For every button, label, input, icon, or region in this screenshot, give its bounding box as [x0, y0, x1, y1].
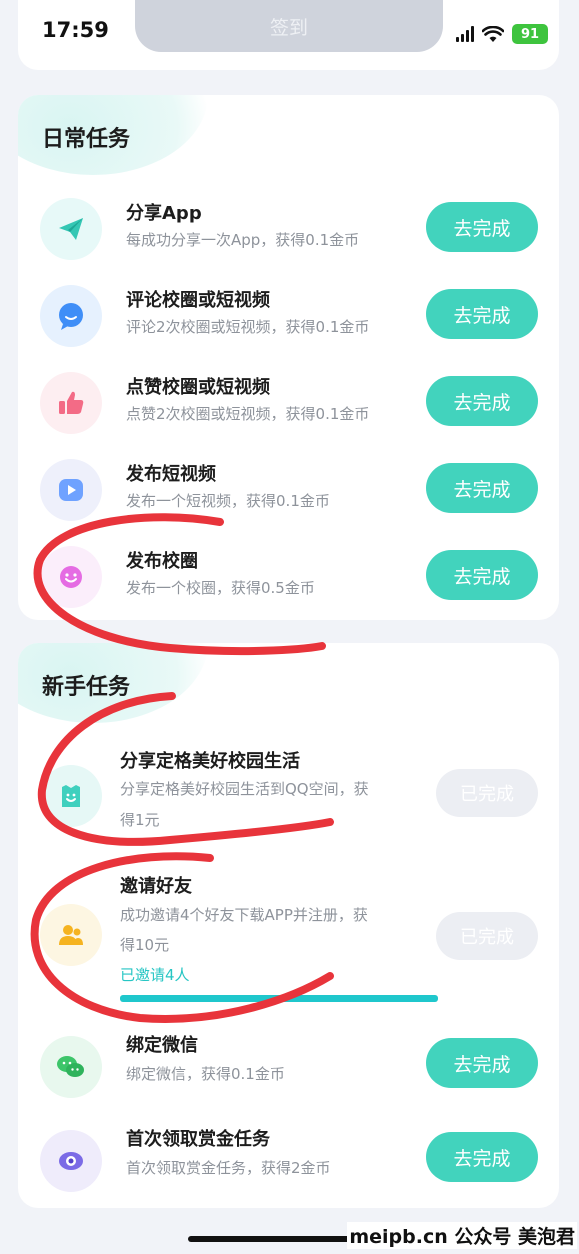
- go-complete-button[interactable]: 去完成: [426, 463, 538, 513]
- task-desc: 点赞2次校圈或短视频，获得0.1金币: [126, 405, 370, 423]
- task-title: 绑定微信: [126, 1035, 198, 1056]
- daily-tasks-card: 日常任务 分享App 每成功分享一次App，获得0.1金币 去完成 评论校圈或短…: [18, 95, 559, 620]
- task-desc: 绑定微信，获得0.1金币: [126, 1065, 285, 1083]
- invite-progress-fill: [120, 995, 438, 1002]
- paper-plane-icon: [40, 198, 102, 260]
- go-complete-button[interactable]: 去完成: [426, 376, 538, 426]
- task-title: 分享定格美好校园生活: [120, 751, 300, 772]
- task-title: 发布校圈: [126, 551, 198, 572]
- go-complete-button[interactable]: 去完成: [426, 202, 538, 252]
- signal-icon: [456, 26, 474, 42]
- task-title: 发布短视频: [126, 464, 216, 485]
- task-title: 点赞校圈或短视频: [126, 377, 270, 398]
- battery-indicator: 91: [512, 24, 548, 44]
- go-complete-button[interactable]: 去完成: [426, 289, 538, 339]
- newbie-tasks-card: 新手任务 分享定格美好校园生活 分享定格美好校园生活到QQ空间，获 得1元 已完…: [18, 643, 559, 1208]
- task-title: 邀请好友: [120, 876, 192, 897]
- go-complete-button[interactable]: 去完成: [426, 1038, 538, 1088]
- task-desc: 每成功分享一次App，获得0.1金币: [126, 231, 360, 249]
- task-desc: 评论2次校圈或短视频，获得0.1金币: [126, 318, 370, 336]
- task-desc-line2: 得1元: [120, 811, 160, 829]
- smiley-icon: [40, 546, 102, 608]
- task-desc-line1: 成功邀请4个好友下载APP并注册，获: [120, 906, 368, 924]
- thumbs-up-icon: [40, 372, 102, 434]
- go-complete-button[interactable]: 去完成: [426, 550, 538, 600]
- task-desc-line2: 得10元: [120, 936, 170, 954]
- completed-button[interactable]: 已完成: [436, 912, 538, 960]
- task-title: 首次领取赏金任务: [126, 1129, 270, 1150]
- status-icons: 91: [456, 22, 548, 46]
- bag-icon: [40, 765, 102, 827]
- play-icon: [40, 459, 102, 521]
- checkin-button[interactable]: 签到: [135, 0, 443, 52]
- wechat-icon: [40, 1036, 102, 1098]
- chat-bubble-icon: [40, 285, 102, 347]
- status-time: 17:59: [42, 18, 109, 42]
- newbie-tasks-title: 新手任务: [42, 675, 131, 700]
- eye-icon: [40, 1130, 102, 1192]
- task-desc: 发布一个短视频，获得0.1金币: [126, 492, 330, 510]
- invite-status: 已邀请4人: [120, 966, 190, 984]
- wifi-icon: [482, 25, 504, 42]
- task-desc-line1: 分享定格美好校园生活到QQ空间，获: [120, 780, 369, 798]
- watermark: meipb.cn 公众号 美泡君: [347, 1222, 577, 1249]
- task-title: 分享App: [126, 203, 202, 224]
- task-desc: 发布一个校圈，获得0.5金币: [126, 579, 315, 597]
- completed-button[interactable]: 已完成: [436, 769, 538, 817]
- task-title: 评论校圈或短视频: [126, 290, 270, 311]
- go-complete-button[interactable]: 去完成: [426, 1132, 538, 1182]
- users-icon: [40, 904, 102, 966]
- task-desc: 首次领取赏金任务，获得2金币: [126, 1159, 331, 1177]
- invite-progress-bar: [120, 995, 438, 1002]
- daily-tasks-title: 日常任务: [42, 127, 131, 152]
